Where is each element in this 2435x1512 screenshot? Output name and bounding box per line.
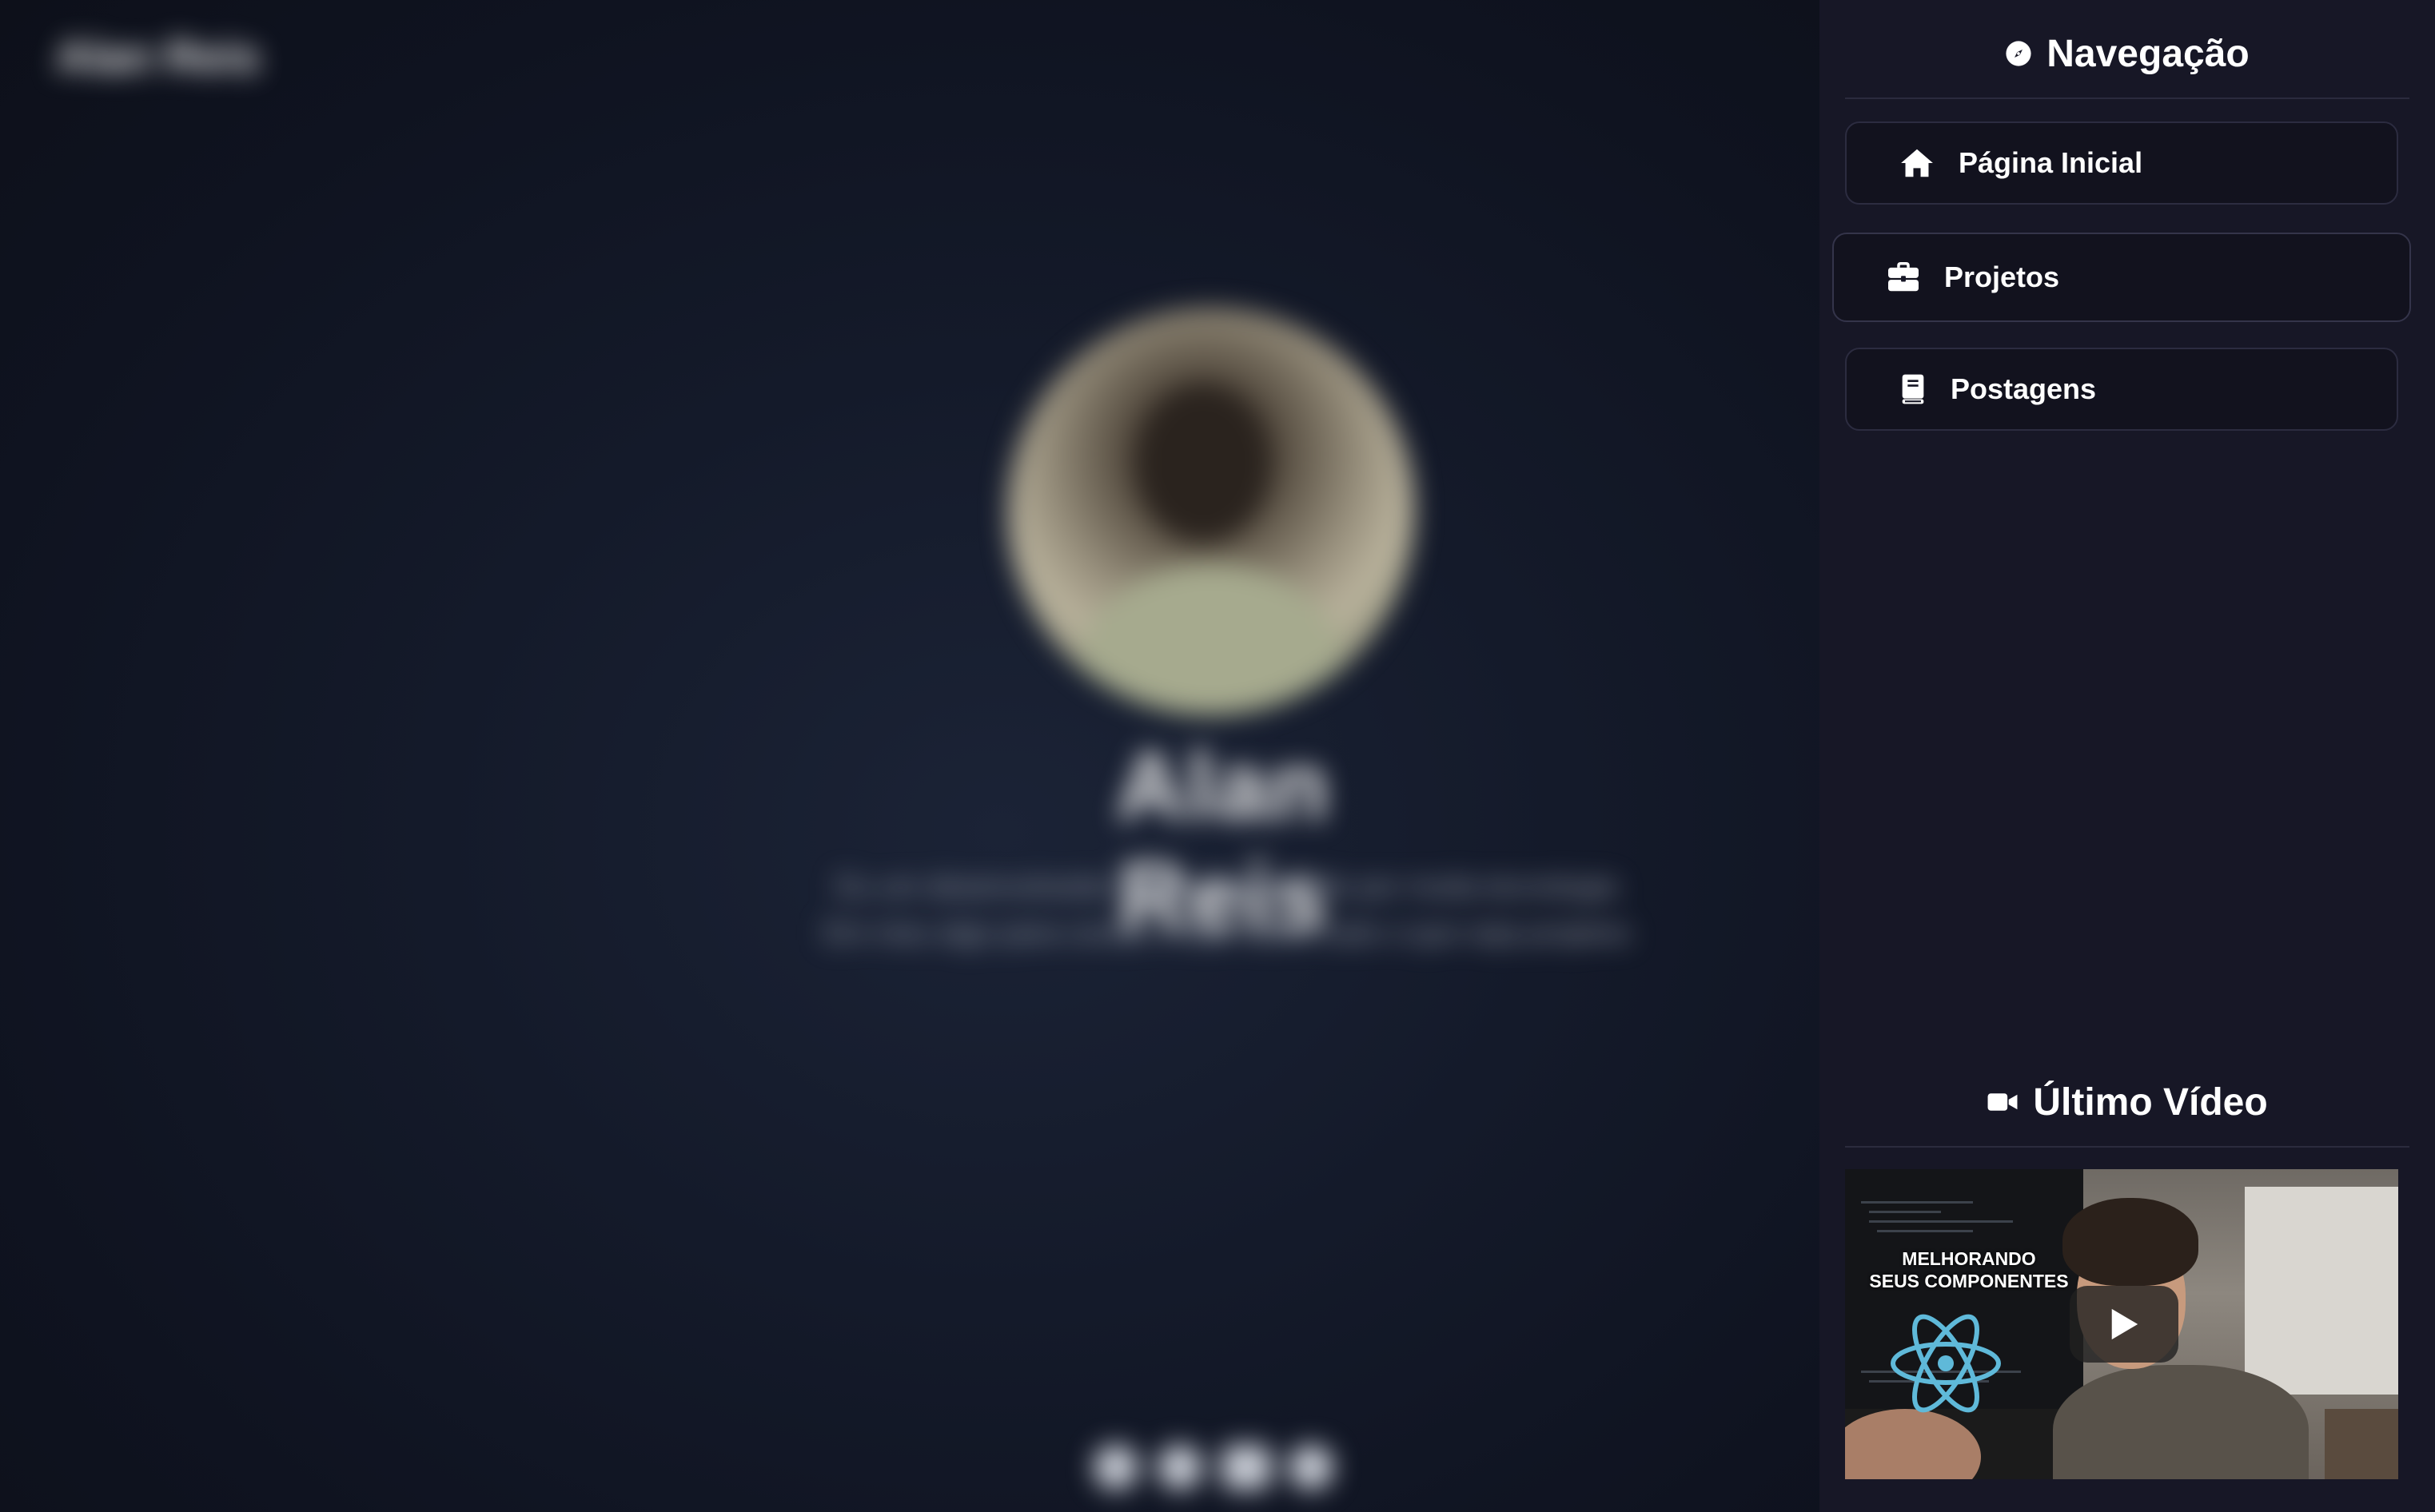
main-content: Alan Reis Alan Reis Eu um desenvolvedor … bbox=[0, 0, 1819, 1512]
latest-video-header: Último Vídeo bbox=[1845, 1058, 2409, 1148]
play-icon bbox=[2111, 1308, 2138, 1340]
navigation-header: Navegação bbox=[1845, 10, 2409, 99]
video-camera-icon bbox=[1987, 1093, 2018, 1111]
nav-item-projects[interactable]: Projetos bbox=[1832, 233, 2411, 322]
nav-item-label: Postagens bbox=[1951, 372, 2097, 405]
thumbnail-title: MELHORANDO SEUS COMPONENTES bbox=[1845, 1247, 2093, 1292]
thumbnail-person-shirt bbox=[2053, 1365, 2309, 1479]
thumbnail-title-line-2: SEUS COMPONENTES bbox=[1869, 1271, 2069, 1291]
thumbnail-title-line-1: MELHORANDO bbox=[1902, 1248, 2036, 1269]
avatar bbox=[1007, 308, 1415, 715]
thumbnail-window bbox=[2245, 1187, 2398, 1395]
thumbnail-hand bbox=[1845, 1409, 1981, 1479]
profile-bio: Eu um desenvolvedor muito apaixonado por… bbox=[791, 863, 1663, 956]
book-icon bbox=[1902, 374, 1924, 404]
compass-icon bbox=[2006, 41, 2031, 66]
blurred-layer: Alan Reis Alan Reis Eu um desenvolvedor … bbox=[0, 0, 1819, 1512]
linkedin-icon[interactable] bbox=[1158, 1445, 1202, 1490]
github-icon[interactable] bbox=[1094, 1445, 1138, 1490]
avatar-body bbox=[1079, 563, 1343, 715]
bio-line-2: Em meu algo para contar e falar sobre tu… bbox=[823, 916, 1631, 949]
instagram-icon[interactable] bbox=[1289, 1445, 1333, 1490]
avatar-head bbox=[1135, 384, 1271, 543]
latest-video-title: Último Vídeo bbox=[2033, 1080, 2268, 1124]
nav-item-label: Página Inicial bbox=[1959, 146, 2143, 179]
nav-item-home[interactable]: Página Inicial bbox=[1845, 121, 2398, 205]
latest-video-thumbnail[interactable]: MELHORANDO SEUS COMPONENTES bbox=[1845, 1169, 2398, 1479]
briefcase-icon bbox=[1888, 262, 1919, 292]
bio-line-1: Eu um desenvolvedor muito apaixonado por… bbox=[836, 869, 1618, 902]
youtube-icon[interactable] bbox=[1221, 1445, 1271, 1490]
react-icon bbox=[1891, 1314, 2001, 1413]
navigation-title: Navegação bbox=[2046, 32, 2250, 75]
thumbnail-shelf bbox=[2325, 1409, 2398, 1479]
sidebar: Navegação Página Inicial Projetos Postag… bbox=[1819, 0, 2435, 1512]
nav-item-label: Projetos bbox=[1944, 261, 2060, 293]
nav-item-posts[interactable]: Postagens bbox=[1845, 348, 2398, 431]
home-icon bbox=[1901, 149, 1933, 177]
site-brand[interactable]: Alan Reis bbox=[56, 30, 260, 82]
play-button[interactable] bbox=[2070, 1286, 2178, 1363]
